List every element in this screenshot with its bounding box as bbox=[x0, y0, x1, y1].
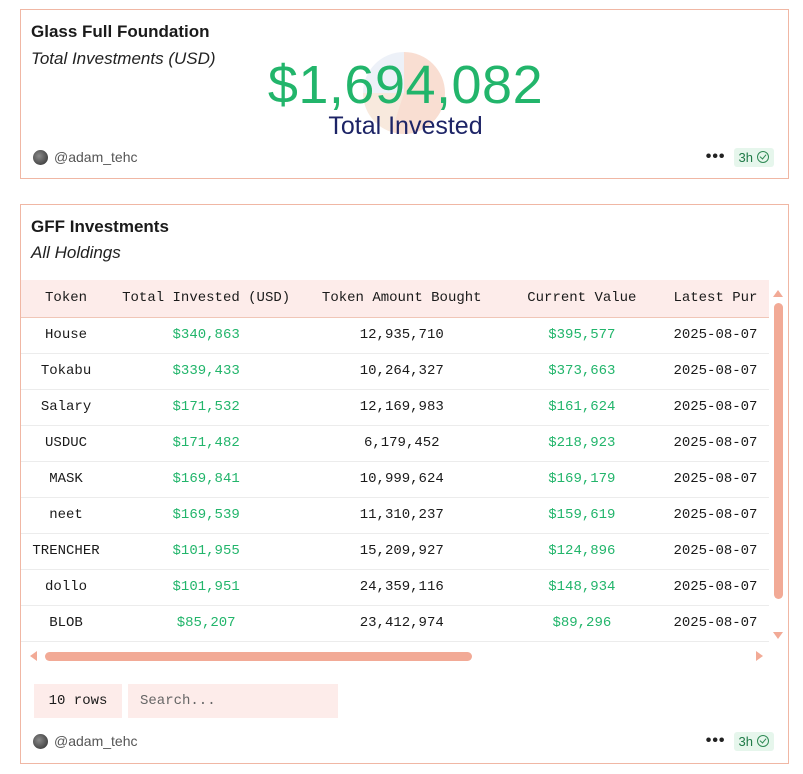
cell-current-value: $169,179 bbox=[502, 461, 662, 498]
scroll-right-arrow-icon[interactable] bbox=[756, 651, 763, 661]
scroll-up-arrow-icon[interactable] bbox=[773, 290, 783, 297]
time-label: 3h bbox=[738, 733, 753, 749]
total-invested-value: $1,694,082 bbox=[267, 55, 544, 115]
cell-latest-purchase: 2025-08-07 bbox=[661, 425, 769, 462]
cell-current-value: $161,624 bbox=[502, 389, 662, 426]
more-options-icon[interactable]: ••• bbox=[706, 149, 726, 165]
time-badge[interactable]: 3h bbox=[733, 147, 774, 167]
card-title: GFF Investments bbox=[31, 217, 169, 236]
rows-per-page-select[interactable]: 10 rows bbox=[34, 684, 122, 718]
column-header-total-invested[interactable]: Total Invested (USD) bbox=[111, 280, 302, 318]
check-circle-icon bbox=[757, 735, 769, 747]
avatar[interactable] bbox=[33, 149, 48, 165]
table-header-row: Token Total Invested (USD) Token Amount … bbox=[21, 280, 769, 318]
cell-token-amount: 11,310,237 bbox=[301, 497, 503, 534]
cell-token-amount: 12,935,710 bbox=[301, 317, 503, 354]
table-row: USDUC $171,482 6,179,452 $218,923 2025-08-07 bbox=[21, 425, 769, 462]
cell-total-invested: $339,433 bbox=[111, 353, 302, 390]
cell-token-amount: 24,359,116 bbox=[301, 569, 503, 606]
total-invested-label: Total Invested bbox=[328, 112, 483, 140]
total-invested-card: Glass Full Foundation Total Investments … bbox=[20, 9, 789, 179]
author-handle[interactable]: @adam_tehc bbox=[54, 149, 137, 165]
cell-current-value: $218,923 bbox=[502, 425, 662, 462]
cell-latest-purchase: 2025-08-07 bbox=[661, 605, 769, 642]
cell-latest-purchase: 2025-08-07 bbox=[661, 389, 769, 426]
card-footer: @adam_tehc ••• 3h bbox=[33, 147, 774, 167]
cell-latest-purchase: 2025-08-07 bbox=[661, 569, 769, 606]
scroll-down-arrow-icon[interactable] bbox=[773, 632, 783, 639]
cell-latest-purchase: 2025-08-07 bbox=[661, 461, 769, 498]
cell-current-value: $395,577 bbox=[502, 317, 662, 354]
check-circle-icon bbox=[757, 151, 769, 163]
table-row: House $340,863 12,935,710 $395,577 2025-08-0… bbox=[21, 317, 769, 354]
table-row: Tokabu $339,433 10,264,327 $373,663 2025-08-… bbox=[21, 353, 769, 390]
cell-token-amount: 6,179,452 bbox=[301, 425, 503, 462]
cell-token: MASK bbox=[21, 461, 112, 498]
horizontal-scrollbar-thumb[interactable] bbox=[45, 652, 472, 661]
cell-total-invested: $101,951 bbox=[111, 569, 302, 606]
vertical-scrollbar-thumb[interactable] bbox=[774, 303, 783, 599]
investments-table-card: GFF Investments All Holdings Token Total… bbox=[20, 204, 789, 764]
column-header-token[interactable]: Token bbox=[21, 280, 112, 318]
column-header-token-amount[interactable]: Token Amount Bought bbox=[301, 280, 503, 318]
scroll-left-arrow-icon[interactable] bbox=[30, 651, 37, 661]
card-title: Glass Full Foundation bbox=[31, 22, 210, 41]
cell-total-invested: $169,841 bbox=[111, 461, 302, 498]
cell-latest-purchase: 2025-08-07 bbox=[661, 497, 769, 534]
cell-total-invested: $169,539 bbox=[111, 497, 302, 534]
cell-token-amount: 23,412,974 bbox=[301, 605, 503, 642]
cell-token: dollo bbox=[21, 569, 112, 606]
avatar[interactable] bbox=[33, 733, 48, 749]
cell-token: Salary bbox=[21, 389, 112, 426]
time-badge[interactable]: 3h bbox=[733, 731, 774, 751]
cell-token: Tokabu bbox=[21, 353, 112, 390]
table-row: dollo $101,951 24,359,116 $148,934 2025-08-0… bbox=[21, 569, 769, 606]
cell-latest-purchase: 2025-08-07 bbox=[661, 353, 769, 390]
column-header-latest-purchase[interactable]: Latest Pur bbox=[661, 280, 769, 318]
cell-current-value: $373,663 bbox=[502, 353, 662, 390]
cell-current-value: $89,296 bbox=[502, 605, 662, 642]
holdings-table-viewport[interactable]: Token Total Invested (USD) Token Amount … bbox=[21, 280, 769, 642]
cell-total-invested: $171,532 bbox=[111, 389, 302, 426]
cell-token: House bbox=[21, 317, 112, 354]
cell-current-value: $159,619 bbox=[502, 497, 662, 534]
cell-token: BLOB bbox=[21, 605, 112, 642]
holdings-table: Token Total Invested (USD) Token Amount … bbox=[21, 280, 769, 642]
table-row: TRENCHER $101,955 15,209,927 $124,896 2025-0… bbox=[21, 533, 769, 570]
table-row: BLOB $85,207 23,412,974 $89,296 2025-08-07 bbox=[21, 605, 769, 642]
cell-current-value: $124,896 bbox=[502, 533, 662, 570]
card-footer: @adam_tehc ••• 3h bbox=[33, 731, 774, 751]
cell-token-amount: 10,999,624 bbox=[301, 461, 503, 498]
cell-token-amount: 12,169,983 bbox=[301, 389, 503, 426]
cell-token: TRENCHER bbox=[21, 533, 112, 570]
cell-token: USDUC bbox=[21, 425, 112, 462]
table-row: neet $169,539 11,310,237 $159,619 2025-08-07 bbox=[21, 497, 769, 534]
more-options-icon[interactable]: ••• bbox=[706, 733, 726, 749]
cell-token: neet bbox=[21, 497, 112, 534]
cell-total-invested: $101,955 bbox=[111, 533, 302, 570]
column-header-current-value[interactable]: Current Value bbox=[502, 280, 662, 318]
table-row: Salary $171,532 12,169,983 $161,624 2025-08-… bbox=[21, 389, 769, 426]
cell-token-amount: 10,264,327 bbox=[301, 353, 503, 390]
cell-token-amount: 15,209,927 bbox=[301, 533, 503, 570]
author-handle[interactable]: @adam_tehc bbox=[54, 733, 137, 749]
cell-current-value: $148,934 bbox=[502, 569, 662, 606]
search-input[interactable] bbox=[128, 684, 338, 718]
card-subtitle: All Holdings bbox=[31, 243, 121, 262]
cell-total-invested: $171,482 bbox=[111, 425, 302, 462]
cell-total-invested: $340,863 bbox=[111, 317, 302, 354]
time-label: 3h bbox=[738, 149, 753, 165]
cell-total-invested: $85,207 bbox=[111, 605, 302, 642]
table-row: MASK $169,841 10,999,624 $169,179 2025-08-07 bbox=[21, 461, 769, 498]
cell-latest-purchase: 2025-08-07 bbox=[661, 533, 769, 570]
cell-latest-purchase: 2025-08-07 bbox=[661, 317, 769, 354]
